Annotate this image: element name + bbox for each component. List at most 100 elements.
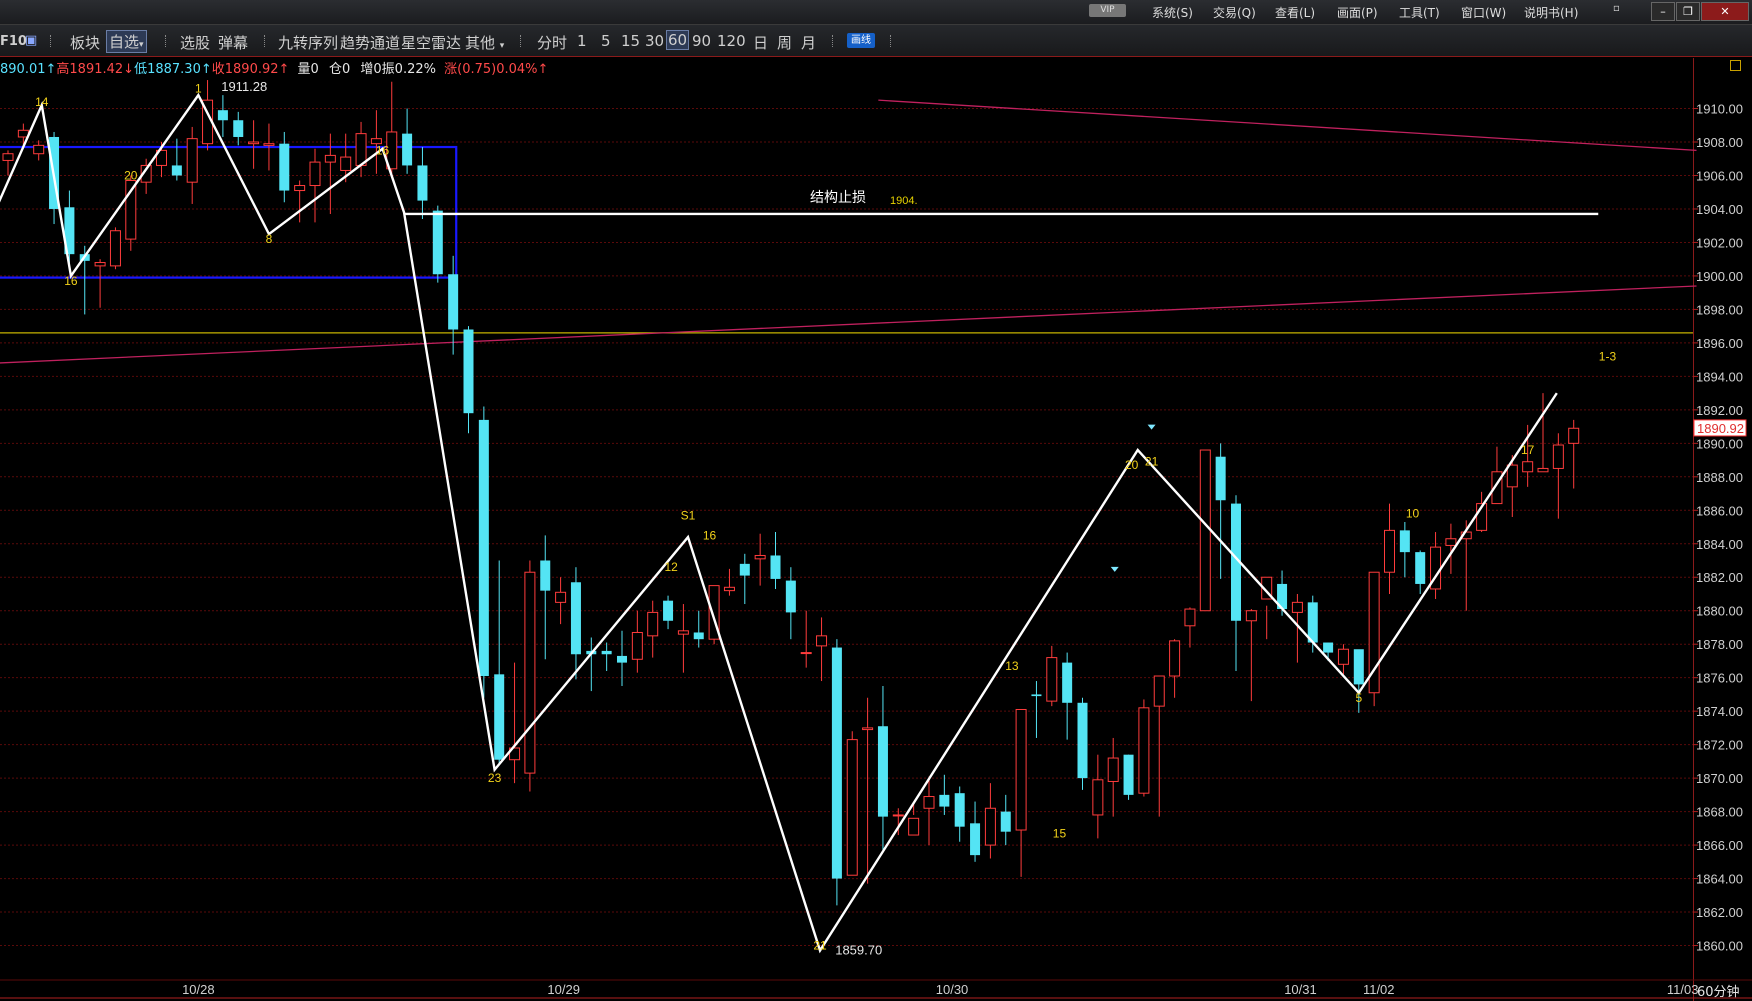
candle-body	[2, 153, 14, 161]
period-month[interactable]: 月	[801, 32, 816, 53]
separator	[50, 35, 53, 47]
candle-body	[233, 120, 244, 137]
menu-window[interactable]: 窗口(W)	[1461, 4, 1506, 21]
candle-body	[324, 154, 336, 163]
period-intraday[interactable]: 分时	[537, 32, 567, 53]
candle-body	[617, 655, 627, 663]
period-5min[interactable]: 5	[601, 32, 611, 50]
separator	[165, 35, 168, 47]
candle-body	[770, 555, 781, 579]
period-15min[interactable]: 15	[621, 32, 640, 50]
candle-body	[1552, 444, 1564, 469]
candle-body	[877, 726, 888, 817]
signal-marker-icon	[1110, 566, 1119, 572]
toolbar-item-nine-turn[interactable]: 九转序列	[278, 32, 338, 53]
vip-badge[interactable]: VIP	[1089, 4, 1126, 17]
candle-body	[33, 144, 45, 155]
y-tick-label: 1868.00	[1696, 805, 1743, 820]
period-120min[interactable]: 120	[717, 32, 746, 50]
candle-body	[1568, 427, 1580, 444]
sequence-number: 20	[1125, 458, 1139, 472]
candle-body	[1015, 708, 1027, 831]
candle-body	[494, 674, 505, 760]
candle-body	[677, 630, 689, 635]
y-tick-label: 1874.00	[1696, 704, 1743, 719]
y-tick-label: 1862.00	[1696, 905, 1743, 920]
candle-body	[663, 600, 674, 621]
toolbar-item-watchlist[interactable]: 自选▾	[106, 30, 147, 53]
toolbar-item-stock-picker[interactable]: 选股	[180, 32, 210, 53]
period-day[interactable]: 日	[753, 32, 768, 53]
restore-small-icon[interactable]: ▫	[1613, 3, 1620, 14]
x-tick-label: 10/29	[547, 982, 580, 997]
toolbar-item-trend-channel[interactable]: 趋势通道	[340, 32, 400, 53]
window-icon[interactable]: ▣	[25, 33, 37, 48]
candle-body	[294, 185, 306, 192]
candle-body	[263, 143, 275, 146]
candle-body	[1092, 779, 1104, 816]
period-90min[interactable]: 90	[692, 32, 711, 50]
y-tick-label: 1908.00	[1696, 135, 1743, 150]
candle-body	[1184, 608, 1196, 627]
period-week[interactable]: 周	[777, 32, 792, 53]
candle-body	[540, 560, 551, 591]
sequence-number: 20	[124, 168, 138, 182]
candle-body	[186, 138, 198, 183]
y-tick-label: 1880.00	[1696, 604, 1743, 619]
candle-body	[816, 635, 828, 647]
f10-logo[interactable]: F10	[0, 34, 27, 49]
y-tick-label: 1876.00	[1696, 671, 1743, 686]
candle-body	[1062, 662, 1073, 703]
chevron-down-icon: ▾	[139, 40, 144, 50]
period-label: 60分钟	[1697, 985, 1740, 1000]
candle-body	[785, 580, 796, 613]
menu-tools[interactable]: 工具(T)	[1399, 4, 1440, 21]
menu-system[interactable]: 系统(S)	[1152, 4, 1193, 21]
candle-body	[1307, 602, 1318, 643]
candle-body	[1399, 530, 1410, 553]
period-60min[interactable]: 60	[666, 30, 690, 50]
candle-body	[279, 143, 290, 191]
menu-screen[interactable]: 画面(P)	[1337, 4, 1378, 21]
x-tick-label: 10/31	[1284, 982, 1317, 997]
candle-body	[355, 133, 367, 166]
candle-body	[432, 210, 443, 275]
y-tick-label: 1896.00	[1696, 336, 1743, 351]
candle-body	[478, 419, 489, 677]
toolbar-item-radar[interactable]: 星空雷达	[401, 32, 461, 53]
minimize-button[interactable]: –	[1651, 2, 1675, 21]
candle-body	[739, 563, 750, 576]
period-1min[interactable]: 1	[577, 32, 587, 50]
x-tick-label: 10/28	[182, 982, 215, 997]
close-button[interactable]: ✕	[1701, 2, 1749, 21]
toolbar-item-other[interactable]: 其他 ▾	[465, 32, 504, 53]
candle-body	[1353, 649, 1364, 685]
y-tick-label: 1900.00	[1696, 269, 1743, 284]
period-30min[interactable]: 30	[645, 32, 664, 50]
menu-trade[interactable]: 交易(Q)	[1213, 4, 1256, 21]
price-annotation: 1859.70	[835, 943, 882, 958]
draw-line-button[interactable]: 画线	[847, 33, 875, 48]
y-tick-label: 1860.00	[1696, 939, 1743, 954]
menu-manual[interactable]: 说明书(H)	[1524, 4, 1578, 21]
candle-body	[831, 647, 842, 879]
sequence-number: 10	[1406, 507, 1420, 521]
maximize-button[interactable]: ❐	[1676, 2, 1700, 21]
sequence-number: 14	[35, 95, 49, 109]
y-tick-label: 1884.00	[1696, 537, 1743, 552]
candle-body	[171, 165, 182, 176]
sequence-number: 16	[64, 274, 78, 288]
menu-view[interactable]: 查看(L)	[1275, 4, 1315, 21]
candle-body	[463, 329, 474, 414]
candle-body	[862, 727, 874, 731]
candle-body	[631, 631, 643, 660]
toolbar-item-sector[interactable]: 板块	[70, 32, 100, 53]
toolbar-item-danmaku[interactable]: 弹幕	[218, 32, 248, 53]
y-tick-label: 1888.00	[1696, 470, 1743, 485]
sequence-number: 8	[266, 232, 273, 246]
candle-body	[1415, 552, 1426, 584]
candlestick-chart[interactable]: 1910.00 1908.00 1906.00 1904.00 1902.00 1900.…	[0, 58, 1752, 1001]
stop-loss-label: 结构止损	[810, 190, 866, 206]
sequence-number: 5	[1355, 691, 1362, 705]
y-tick-label: 1894.00	[1696, 369, 1743, 384]
